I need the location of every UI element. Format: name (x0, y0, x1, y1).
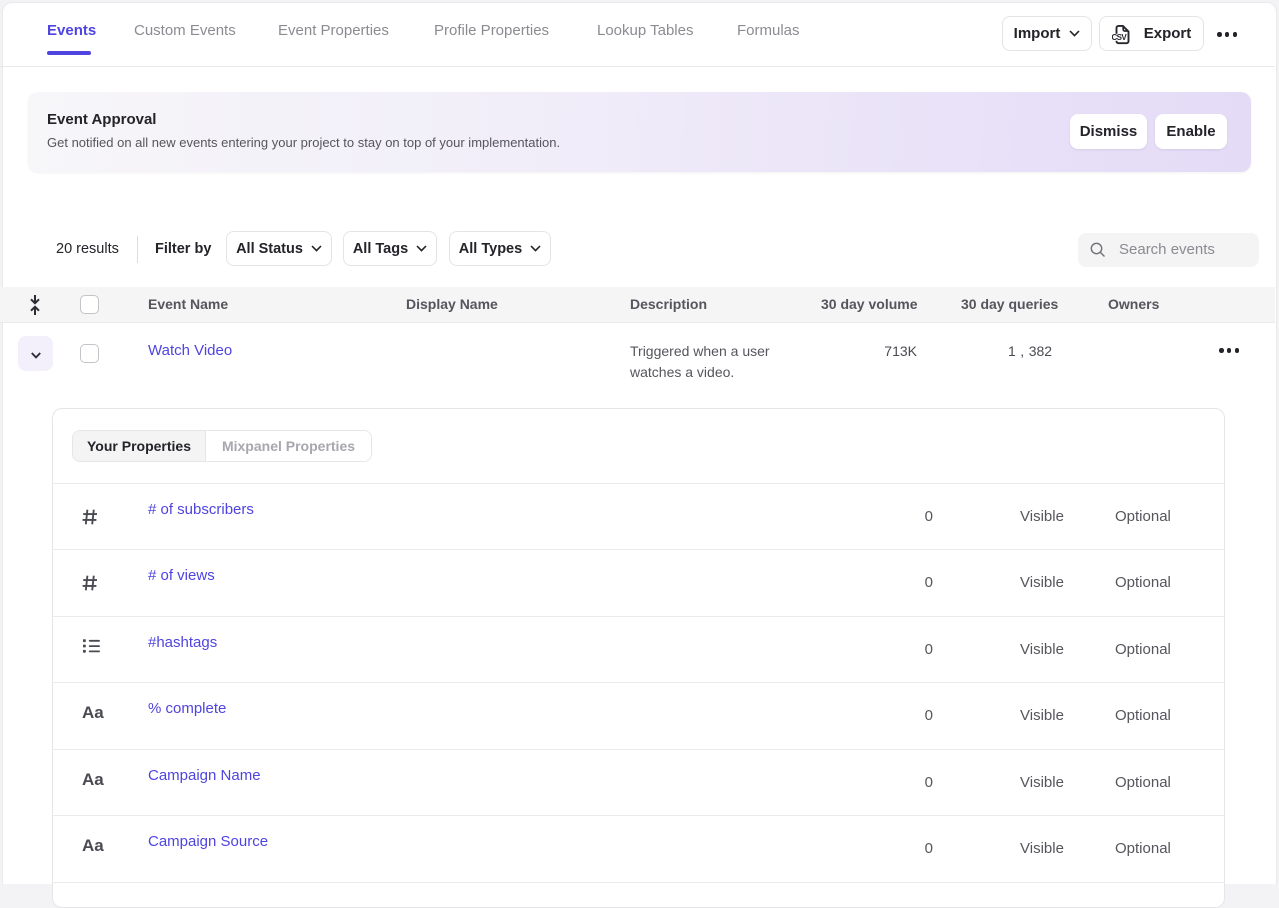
svg-text:CSV: CSV (1112, 33, 1127, 42)
